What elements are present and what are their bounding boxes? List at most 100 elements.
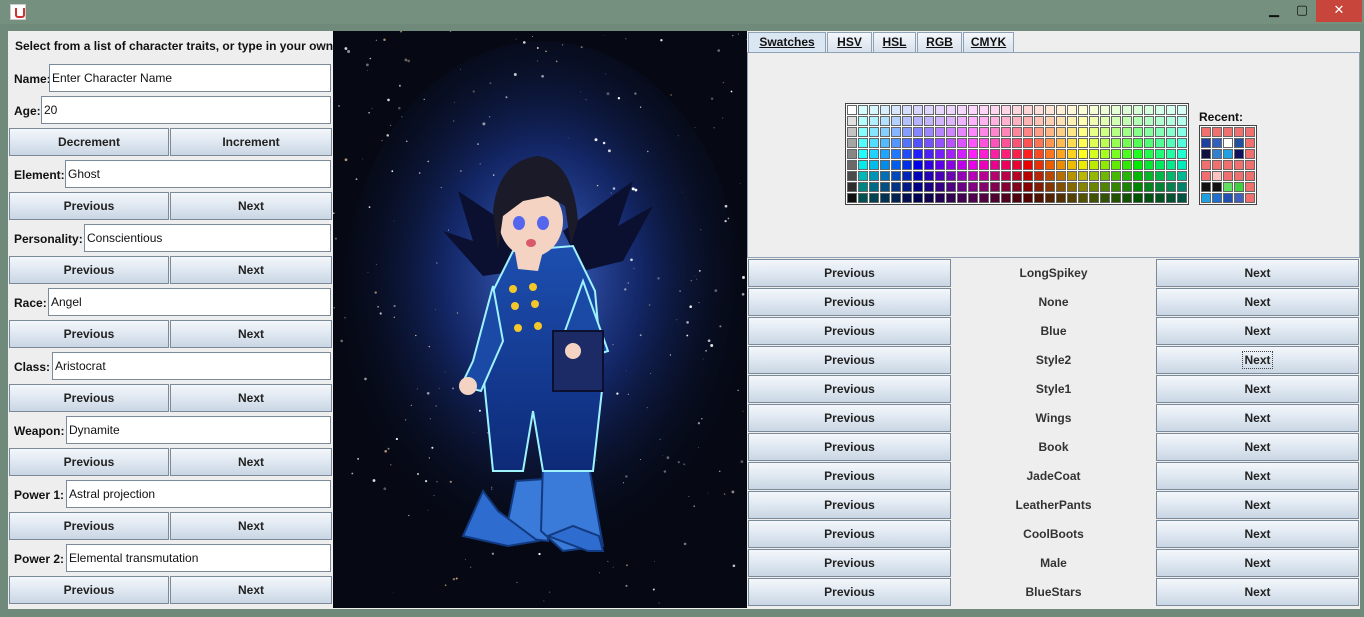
- color-swatch[interactable]: [1155, 127, 1165, 137]
- color-swatch[interactable]: [1001, 171, 1011, 181]
- color-swatch[interactable]: [1067, 138, 1077, 148]
- color-swatch[interactable]: [1067, 171, 1077, 181]
- color-swatch[interactable]: [858, 127, 868, 137]
- element-field[interactable]: Ghost: [65, 160, 331, 188]
- color-swatch[interactable]: [1023, 171, 1033, 181]
- color-swatch[interactable]: [946, 105, 956, 115]
- color-swatch[interactable]: [946, 193, 956, 203]
- color-swatch[interactable]: [990, 127, 1000, 137]
- color-swatch[interactable]: [1155, 149, 1165, 159]
- color-swatch[interactable]: [1177, 149, 1187, 159]
- color-swatch[interactable]: [1166, 171, 1176, 181]
- color-swatch[interactable]: [1089, 138, 1099, 148]
- color-swatch[interactable]: [990, 116, 1000, 126]
- color-swatch[interactable]: [1078, 105, 1088, 115]
- color-swatch[interactable]: [1133, 116, 1143, 126]
- color-swatch[interactable]: [1111, 116, 1121, 126]
- recent-swatch[interactable]: [1223, 138, 1233, 148]
- color-swatch[interactable]: [1089, 116, 1099, 126]
- color-swatch[interactable]: [990, 149, 1000, 159]
- recent-swatch[interactable]: [1234, 193, 1244, 203]
- color-swatch[interactable]: [1122, 182, 1132, 192]
- age-field[interactable]: 20: [41, 96, 331, 124]
- color-swatch[interactable]: [968, 160, 978, 170]
- color-swatch[interactable]: [902, 171, 912, 181]
- color-swatch[interactable]: [1023, 193, 1033, 203]
- part-next-button[interactable]: Next: [1156, 520, 1359, 548]
- color-swatch[interactable]: [924, 149, 934, 159]
- color-swatch[interactable]: [902, 193, 912, 203]
- tab-cmyk[interactable]: CMYK: [963, 32, 1014, 52]
- color-swatch[interactable]: [1122, 138, 1132, 148]
- part-previous-button[interactable]: Previous: [748, 404, 951, 432]
- race-previous-button[interactable]: Previous: [9, 320, 169, 348]
- color-swatch[interactable]: [1056, 171, 1066, 181]
- color-swatch[interactable]: [946, 182, 956, 192]
- color-swatch[interactable]: [891, 127, 901, 137]
- color-swatch[interactable]: [968, 171, 978, 181]
- color-swatch[interactable]: [1001, 149, 1011, 159]
- color-swatch[interactable]: [1034, 193, 1044, 203]
- recent-swatch[interactable]: [1212, 160, 1222, 170]
- color-swatch[interactable]: [1111, 105, 1121, 115]
- color-swatch[interactable]: [957, 116, 967, 126]
- color-swatch[interactable]: [1067, 127, 1077, 137]
- class-previous-button[interactable]: Previous: [9, 384, 169, 412]
- recent-swatch[interactable]: [1201, 127, 1211, 137]
- color-swatch[interactable]: [1133, 160, 1143, 170]
- color-swatch[interactable]: [1023, 116, 1033, 126]
- color-swatch[interactable]: [1133, 182, 1143, 192]
- color-swatch[interactable]: [1067, 149, 1077, 159]
- weapon-previous-button[interactable]: Previous: [9, 448, 169, 476]
- recent-swatch[interactable]: [1234, 182, 1244, 192]
- color-swatch[interactable]: [1111, 138, 1121, 148]
- color-swatch[interactable]: [869, 171, 879, 181]
- recent-swatch[interactable]: [1212, 193, 1222, 203]
- color-swatch[interactable]: [990, 171, 1000, 181]
- color-swatch[interactable]: [979, 171, 989, 181]
- color-swatch[interactable]: [1056, 160, 1066, 170]
- recent-swatch[interactable]: [1234, 149, 1244, 159]
- recent-swatch[interactable]: [1201, 149, 1211, 159]
- color-swatch[interactable]: [880, 105, 890, 115]
- recent-swatch[interactable]: [1212, 182, 1222, 192]
- part-previous-button[interactable]: Previous: [748, 346, 951, 374]
- color-swatch[interactable]: [968, 105, 978, 115]
- recent-swatch[interactable]: [1245, 149, 1255, 159]
- color-swatch[interactable]: [1023, 160, 1033, 170]
- part-previous-button[interactable]: Previous: [748, 491, 951, 519]
- color-swatch[interactable]: [935, 116, 945, 126]
- class-next-button[interactable]: Next: [170, 384, 332, 412]
- color-swatch[interactable]: [1078, 182, 1088, 192]
- tab-hsv[interactable]: HSV: [827, 32, 872, 52]
- color-swatch[interactable]: [1056, 127, 1066, 137]
- color-swatch[interactable]: [1144, 127, 1154, 137]
- color-swatch[interactable]: [1045, 193, 1055, 203]
- color-swatch[interactable]: [858, 160, 868, 170]
- element-previous-button[interactable]: Previous: [9, 192, 169, 220]
- race-next-button[interactable]: Next: [170, 320, 332, 348]
- color-swatch[interactable]: [891, 105, 901, 115]
- tab-hsl[interactable]: HSL: [873, 32, 916, 52]
- color-swatch[interactable]: [1155, 171, 1165, 181]
- color-swatch[interactable]: [1012, 160, 1022, 170]
- color-swatch[interactable]: [935, 138, 945, 148]
- color-swatch[interactable]: [1012, 193, 1022, 203]
- color-swatch[interactable]: [1012, 138, 1022, 148]
- close-icon[interactable]: ✕: [1316, 0, 1362, 22]
- color-swatch[interactable]: [1111, 127, 1121, 137]
- color-swatch[interactable]: [913, 149, 923, 159]
- color-swatch[interactable]: [1166, 182, 1176, 192]
- color-swatch[interactable]: [1100, 149, 1110, 159]
- color-swatch[interactable]: [957, 171, 967, 181]
- recent-swatch[interactable]: [1223, 182, 1233, 192]
- recent-swatch[interactable]: [1234, 127, 1244, 137]
- color-swatch[interactable]: [880, 182, 890, 192]
- color-swatch[interactable]: [1122, 149, 1132, 159]
- color-swatch[interactable]: [1034, 171, 1044, 181]
- color-swatch[interactable]: [957, 182, 967, 192]
- color-swatch[interactable]: [858, 171, 868, 181]
- color-swatch[interactable]: [1100, 160, 1110, 170]
- color-swatch[interactable]: [891, 160, 901, 170]
- color-swatch[interactable]: [913, 171, 923, 181]
